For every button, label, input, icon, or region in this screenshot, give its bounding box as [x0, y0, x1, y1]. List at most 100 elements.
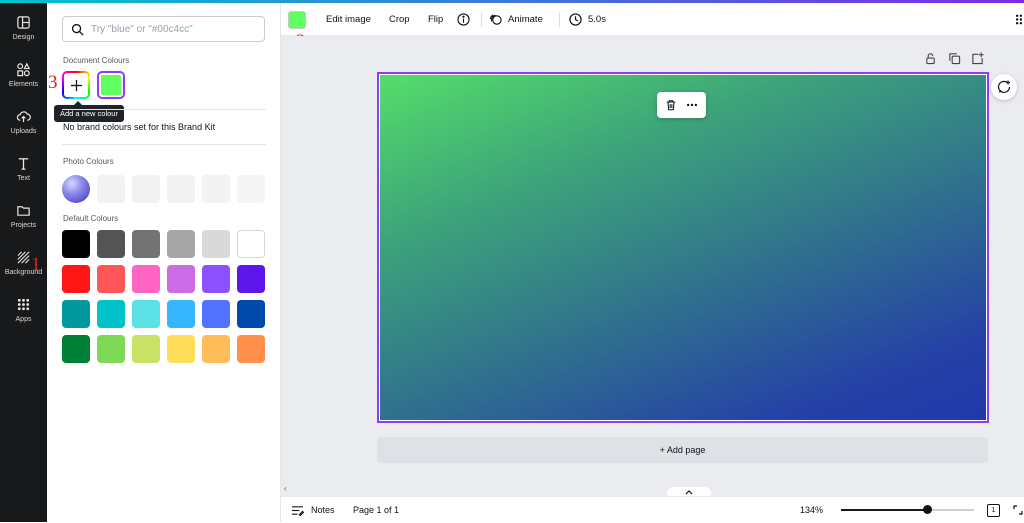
upload-cloud-icon	[16, 111, 31, 123]
folder-icon	[17, 206, 30, 216]
text-t-icon	[18, 158, 29, 170]
rail-label-uploads: Uploads	[10, 128, 37, 135]
toolbar-separator	[559, 12, 560, 27]
default-colour-swatch[interactable]	[132, 300, 160, 328]
notes-label: Notes	[311, 505, 335, 515]
document-colours-heading: Document Colours	[63, 56, 130, 65]
page-count-badge: 1	[987, 503, 1000, 517]
more-options-button[interactable]	[1015, 3, 1023, 36]
notes-button[interactable]: Notes	[291, 497, 335, 523]
left-rail: Design Elements Uploads Text Projects Ba…	[0, 3, 47, 522]
default-colour-swatch[interactable]	[97, 335, 125, 363]
default-colour-swatch[interactable]	[132, 265, 160, 293]
apps-grid-icon	[17, 298, 30, 311]
flip-button[interactable]: Flip	[428, 3, 443, 36]
default-colour-swatch[interactable]	[167, 265, 195, 293]
add-colour-tooltip: Add a new colour	[54, 101, 124, 122]
info-button[interactable]	[457, 3, 470, 36]
default-colour-swatch[interactable]	[97, 300, 125, 328]
annotation-3: 3	[48, 72, 58, 93]
zoom-slider-handle[interactable]	[923, 505, 932, 514]
add-page-icon[interactable]	[971, 52, 984, 65]
default-colour-swatch[interactable]	[167, 230, 195, 258]
photo-colour-swatch[interactable]	[237, 175, 265, 203]
plus-icon	[70, 79, 82, 91]
document-colour-swatch[interactable]	[97, 71, 125, 99]
default-colour-swatch[interactable]	[62, 300, 90, 328]
default-colour-swatch[interactable]	[237, 300, 265, 328]
gradient-background[interactable]	[380, 75, 986, 420]
animate-label: Animate	[508, 14, 543, 25]
page-grid-button[interactable]: 1	[987, 497, 1000, 523]
design-page[interactable]	[377, 72, 989, 423]
zoom-level[interactable]: 134%	[800, 497, 823, 523]
divider	[62, 144, 266, 145]
fullscreen-button[interactable]	[1013, 497, 1023, 523]
add-colour-button[interactable]	[62, 71, 90, 99]
default-colour-swatch[interactable]	[62, 335, 90, 363]
duration-button[interactable]: 5.0s	[569, 3, 606, 36]
toolbar-separator	[481, 12, 482, 27]
default-colour-swatch[interactable]	[202, 230, 230, 258]
photo-colour-swatch[interactable]	[132, 175, 160, 203]
crop-button[interactable]: Crop	[389, 3, 410, 36]
duration-label: 5.0s	[588, 14, 606, 25]
default-colour-swatch[interactable]	[97, 265, 125, 293]
colour-search[interactable]	[62, 16, 265, 42]
colour-panel: Document Colours 3 Add a new colour No b…	[47, 3, 281, 522]
default-colour-swatch[interactable]	[202, 335, 230, 363]
default-colour-swatch[interactable]	[97, 230, 125, 258]
default-colour-swatch[interactable]	[167, 335, 195, 363]
canvas-area: + Add page ‹	[281, 36, 1024, 496]
rail-label-projects: Projects	[10, 222, 37, 229]
photo-colours-preview[interactable]	[62, 175, 90, 203]
default-colour-swatch[interactable]	[62, 265, 90, 293]
info-icon	[457, 13, 470, 26]
photo-colour-swatch[interactable]	[97, 175, 125, 203]
edit-image-button[interactable]: Edit image	[326, 3, 371, 36]
footer-bar: Notes Page 1 of 1 134% 1	[281, 496, 1024, 522]
default-colour-swatch[interactable]	[132, 335, 160, 363]
rail-item-uploads[interactable]: Uploads	[0, 105, 47, 149]
element-floating-toolbar	[657, 92, 706, 118]
photo-colour-swatch[interactable]	[167, 175, 195, 203]
default-colour-swatch[interactable]	[62, 230, 90, 258]
lock-icon[interactable]	[924, 52, 937, 65]
add-comment-button[interactable]	[991, 74, 1017, 100]
default-colour-swatch[interactable]	[132, 230, 160, 258]
clock-icon	[569, 13, 582, 26]
colour-search-input[interactable]	[91, 23, 251, 35]
default-colour-swatch[interactable]	[202, 300, 230, 328]
trash-icon[interactable]	[665, 99, 677, 111]
rail-item-projects[interactable]: Projects	[0, 199, 47, 243]
add-page-button[interactable]: + Add page	[377, 437, 988, 463]
search-icon	[71, 23, 84, 36]
photo-colour-swatch[interactable]	[202, 175, 230, 203]
colour-chip-button[interactable]	[288, 11, 306, 29]
duplicate-page-icon[interactable]	[948, 52, 961, 65]
default-colour-swatch[interactable]	[167, 300, 195, 328]
default-colour-swatch[interactable]	[237, 335, 265, 363]
more-horizontal-icon[interactable]	[686, 99, 698, 111]
scroll-left-arrow[interactable]: ‹	[284, 484, 287, 493]
rail-item-design[interactable]: Design	[0, 11, 47, 55]
default-colour-swatch[interactable]	[202, 265, 230, 293]
top-toolbar: 2 Edit image Crop Flip Animate 5.0s	[281, 3, 1024, 51]
rail-item-text[interactable]: Text	[0, 152, 47, 196]
elements-icon	[17, 62, 31, 77]
default-colour-swatch[interactable]	[237, 265, 265, 293]
design-icon	[17, 16, 30, 29]
background-hatch-icon	[17, 251, 30, 264]
notes-icon	[292, 505, 304, 516]
rail-item-apps[interactable]: Apps	[0, 293, 47, 337]
comment-add-icon	[997, 80, 1011, 93]
default-colours-heading: Default Colours	[63, 214, 119, 223]
default-colour-swatch[interactable]	[237, 230, 265, 258]
rail-item-elements[interactable]: Elements	[0, 58, 47, 102]
animate-button[interactable]: Animate	[489, 3, 543, 36]
show-pages-toggle[interactable]	[667, 487, 711, 496]
divider	[62, 109, 266, 110]
more-dots-icon	[1015, 14, 1023, 25]
rail-label-design: Design	[12, 34, 35, 41]
annotation-1: 1	[31, 254, 41, 275]
